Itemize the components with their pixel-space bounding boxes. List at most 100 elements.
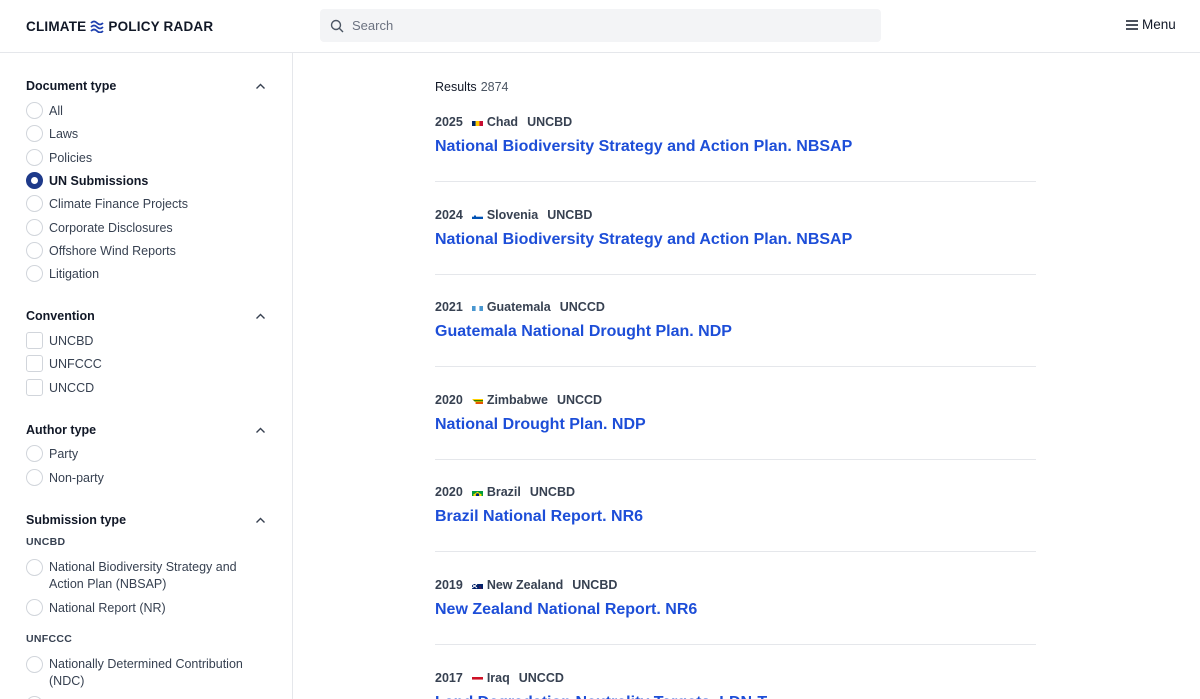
checkbox[interactable] [26,332,43,349]
result-title-link[interactable]: Land Degradation Neutrality Targets. LDN… [435,694,1036,699]
radio-button[interactable] [26,265,43,282]
result-convention: UNCBD [547,208,593,222]
submission-group-unfccc: UNFCCC [26,633,73,645]
doc-type-option-offshore-wind[interactable]: Offshore Wind Reports [26,242,176,259]
result-year: 2025 [435,115,463,129]
menu-button[interactable]: Menu [1126,17,1176,32]
result-title-link[interactable]: New Zealand National Report. NR6 [435,601,1036,619]
result-title-link[interactable]: National Biodiversity Strategy and Actio… [435,138,1036,156]
iraq-flag-icon [471,674,483,682]
chevron-up-icon[interactable] [255,311,266,322]
option-label: UNCCD [49,380,95,395]
submission-type-header[interactable]: Submission type [26,511,266,529]
author-option-party[interactable]: Party [26,445,78,462]
result-country[interactable]: Iraq [487,671,510,685]
result-meta: 2025 Chad UNCBD [435,114,1036,130]
option-label: UN Submissions [49,173,149,188]
result-convention: UNCCD [556,393,603,407]
doc-type-option-litigation[interactable]: Litigation [26,265,99,282]
result-divider [435,181,1036,182]
result-year: 2020 [435,393,463,407]
doc-type-option-climate-finance[interactable]: Climate Finance Projects [26,195,188,212]
chevron-up-icon[interactable] [255,515,266,526]
radio-button[interactable] [26,469,43,486]
doc-type-option-laws[interactable]: Laws [26,125,78,142]
result-convention: UNCBD [572,578,618,592]
submission-option-nr[interactable]: National Report (NR) [26,599,166,616]
result-divider [435,644,1036,645]
radio-button[interactable] [26,242,43,259]
result-meta: 2021 Guatemala UNCCD [435,299,1036,315]
search-input[interactable] [352,18,852,33]
chevron-up-icon[interactable] [255,425,266,436]
result-item: 2020 Brazil UNCBD Brazil National Report. N… [435,484,1036,526]
radio-button[interactable] [26,195,43,212]
radio-button[interactable] [26,599,43,616]
submission-type-title: Submission type [26,513,127,527]
option-label: Laws [49,126,79,141]
search-bar[interactable] [320,9,881,42]
chevron-up-icon[interactable] [255,81,266,92]
result-country[interactable]: Slovenia [487,208,538,222]
result-title-link[interactable]: Brazil National Report. NR6 [435,508,1036,526]
result-year: 2021 [435,300,463,314]
result-convention: UNCBD [529,485,575,499]
result-year: 2020 [435,485,463,499]
result-item: 2021 Guatemala UNCCD Guatemala National Dro… [435,299,1036,341]
radio-button-selected[interactable] [26,172,43,189]
result-country[interactable]: Brazil [487,485,521,499]
option-label: Corporate Disclosures [49,220,173,235]
submission-option-ndc[interactable]: Nationally Determined Contribution (NDC) [26,656,266,689]
result-divider [435,366,1036,367]
option-label: Climate Finance Projects [49,196,188,211]
option-label: UNCBD [49,333,94,348]
search-icon [330,19,344,32]
checkbox[interactable] [26,355,43,372]
doc-type-option-policies[interactable]: Policies [26,149,92,166]
result-meta: 2019 New Zealand UNCBD [435,577,1036,593]
radio-button[interactable] [26,559,43,576]
results-number: 2874 [480,80,509,94]
radio-button[interactable] [26,219,43,236]
option-label: National Biodiversity Strategy and Actio… [49,560,237,591]
convention-header[interactable]: Convention [26,307,266,325]
document-type-header[interactable]: Document type [26,77,266,95]
doc-type-option-all[interactable]: All [26,102,63,119]
result-title-link[interactable]: Guatemala National Drought Plan. NDP [435,323,1036,341]
submission-group-uncbd: UNCBD [26,536,66,548]
option-label: Party [49,446,79,461]
radio-button[interactable] [26,149,43,166]
result-country[interactable]: New Zealand [487,578,563,592]
menu-label: Menu [1142,17,1176,32]
convention-option-uncbd[interactable]: UNCBD [26,332,93,349]
result-title-link[interactable]: National Drought Plan. NDP [435,416,1036,434]
chad-flag-icon [471,118,483,126]
submission-option-nbsap[interactable]: National Biodiversity Strategy and Actio… [26,559,266,592]
doc-type-option-corporate-disclosures[interactable]: Corporate Disclosures [26,219,173,236]
radio-button[interactable] [26,656,43,673]
checkbox[interactable] [26,379,43,396]
convention-option-unfccc[interactable]: UNFCCC [26,355,102,372]
doc-type-option-un-submissions[interactable]: UN Submissions [26,172,148,189]
author-option-non-party[interactable]: Non-party [26,469,104,486]
option-label: Nationally Determined Contribution (NDC) [49,657,243,688]
result-year: 2017 [435,671,463,685]
result-title-link[interactable]: National Biodiversity Strategy and Actio… [435,231,1036,249]
result-country[interactable]: Guatemala [487,300,551,314]
author-type-title: Author type [26,423,97,437]
result-country[interactable]: Zimbabwe [487,393,548,407]
result-country[interactable]: Chad [487,115,518,129]
option-label: All [49,103,63,118]
result-meta: 2017 Iraq UNCCD [435,670,1036,686]
result-convention: UNCBD [527,115,573,129]
site-logo[interactable]: CLIMATE POLICY RADAR [26,17,213,35]
convention-option-unccd[interactable]: UNCCD [26,379,94,396]
document-type-title: Document type [26,79,117,93]
result-convention: UNCCD [559,300,605,314]
author-type-header[interactable]: Author type [26,421,266,439]
result-divider [435,551,1036,552]
radio-button[interactable] [26,102,43,119]
radio-button[interactable] [26,445,43,462]
result-year: 2024 [435,208,463,222]
radio-button[interactable] [26,125,43,142]
